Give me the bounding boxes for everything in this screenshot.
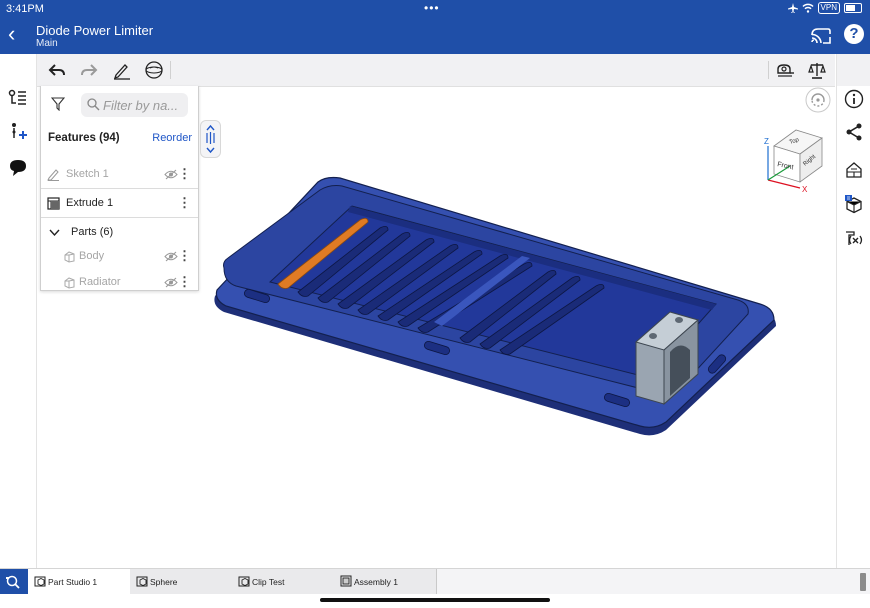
document-tabs-bar: Part Studio 1 Sphere Clip Test Assembly … [0,568,870,595]
toolbar [37,54,835,87]
info-icon[interactable] [844,89,864,109]
part-row-radiator[interactable]: Radiator ⋮ [41,270,198,290]
document-title: Diode Power Limiter [36,23,154,38]
assembly-icon [340,575,352,587]
more-options-icon[interactable]: ⋮ [178,166,191,182]
filter-input[interactable] [103,96,185,114]
feature-label: Extrude 1 [66,197,114,209]
hidden-eye-icon[interactable] [164,277,178,288]
part-icon [64,251,75,263]
status-time: 3:41PM [6,3,44,15]
tab-label: Clip Test [252,577,285,587]
right-rail [836,86,870,568]
tab-assembly-1[interactable]: Assembly 1 [334,569,437,594]
sphere-feature-icon[interactable] [144,60,164,80]
divider [41,217,198,218]
chevron-down-icon[interactable] [49,227,60,238]
tab-label: Sphere [150,577,178,587]
appearance-icon[interactable] [844,160,864,180]
panel-collapse-handle[interactable] [200,120,221,158]
more-options-icon[interactable]: ⋮ [178,195,191,211]
axis-x-label: X [802,185,808,194]
status-icons: VPN [787,2,862,14]
tab-part-studio-1[interactable]: Part Studio 1 [28,569,131,594]
multitasking-dots[interactable]: ••• [424,1,440,15]
sketch-pencil-icon[interactable] [112,60,132,80]
divider [41,188,198,189]
right-rail-top [836,54,870,87]
wifi-icon [802,3,814,13]
app-header: ‹ Diode Power Limiter Main ? [0,18,870,54]
search-icon [87,98,100,111]
home-indicator[interactable] [320,598,550,602]
toolbar-separator [768,61,769,79]
vpn-badge: VPN [817,2,840,14]
feature-row-extrude[interactable]: Extrude 1 ⋮ [41,191,198,217]
reorder-link[interactable]: Reorder [152,132,192,144]
part-studio-icon [34,576,46,587]
filter-box [81,93,188,117]
help-icon[interactable]: ? [844,24,864,44]
parts-cube-icon[interactable] [844,194,864,214]
feature-row-sketch[interactable]: Sketch 1 ⋮ [41,162,198,188]
sketch-icon [47,169,59,181]
part-label: Radiator [79,276,121,288]
part-studio-icon [136,576,148,587]
more-options-icon[interactable]: ⋮ [178,248,191,264]
hidden-eye-icon[interactable] [164,169,178,180]
tab-manager-icon [6,575,20,589]
measure-tape-icon[interactable] [775,60,795,80]
extrude-icon [47,197,60,210]
feature-list-panel: Features (94) Reorder Sketch 1 ⋮ Extrude… [40,86,199,291]
parts-count-label: Parts (6) [71,226,114,238]
battery-icon [844,3,862,13]
more-options-icon[interactable]: ⋮ [178,274,191,290]
part-studio-icon [238,576,250,587]
tabs-scroll-handle[interactable] [860,573,866,591]
orbit-icon[interactable] [805,87,831,113]
tab-label: Assembly 1 [354,577,398,587]
redo-icon[interactable] [79,60,99,80]
back-chevron-icon[interactable]: ‹ [8,23,15,45]
airplane-icon [787,3,798,13]
variables-icon[interactable] [844,230,864,250]
filter-icon[interactable] [51,97,65,111]
hidden-eye-icon[interactable] [164,251,178,262]
tab-label: Part Studio 1 [48,577,98,587]
undo-icon[interactable] [47,60,67,80]
collapse-chevrons-icon [206,124,215,154]
features-count-label: Features (94) [48,132,120,144]
tab-clip-test[interactable]: Clip Test [232,569,335,594]
mass-properties-icon[interactable] [807,60,827,80]
comments-icon[interactable] [8,158,28,178]
insert-feature-icon[interactable] [8,122,28,142]
tab-manager-button[interactable] [0,569,28,595]
part-label: Body [79,250,105,262]
status-bar: 3:41PM ••• VPN [0,0,870,18]
left-rail [0,54,37,568]
parts-header-row[interactable]: Parts (6) [41,220,198,246]
toolbar-separator [170,61,171,79]
share-icon[interactable] [844,122,864,142]
cast-icon[interactable] [810,26,832,44]
axis-z-label: Z [764,137,769,146]
feature-list-icon[interactable] [8,88,28,108]
part-row-body[interactable]: Body ⋮ [41,244,198,270]
workspace-name: Main [36,38,58,49]
part-icon [64,277,75,289]
tab-sphere[interactable]: Sphere [130,569,233,594]
feature-label: Sketch 1 [66,168,109,180]
